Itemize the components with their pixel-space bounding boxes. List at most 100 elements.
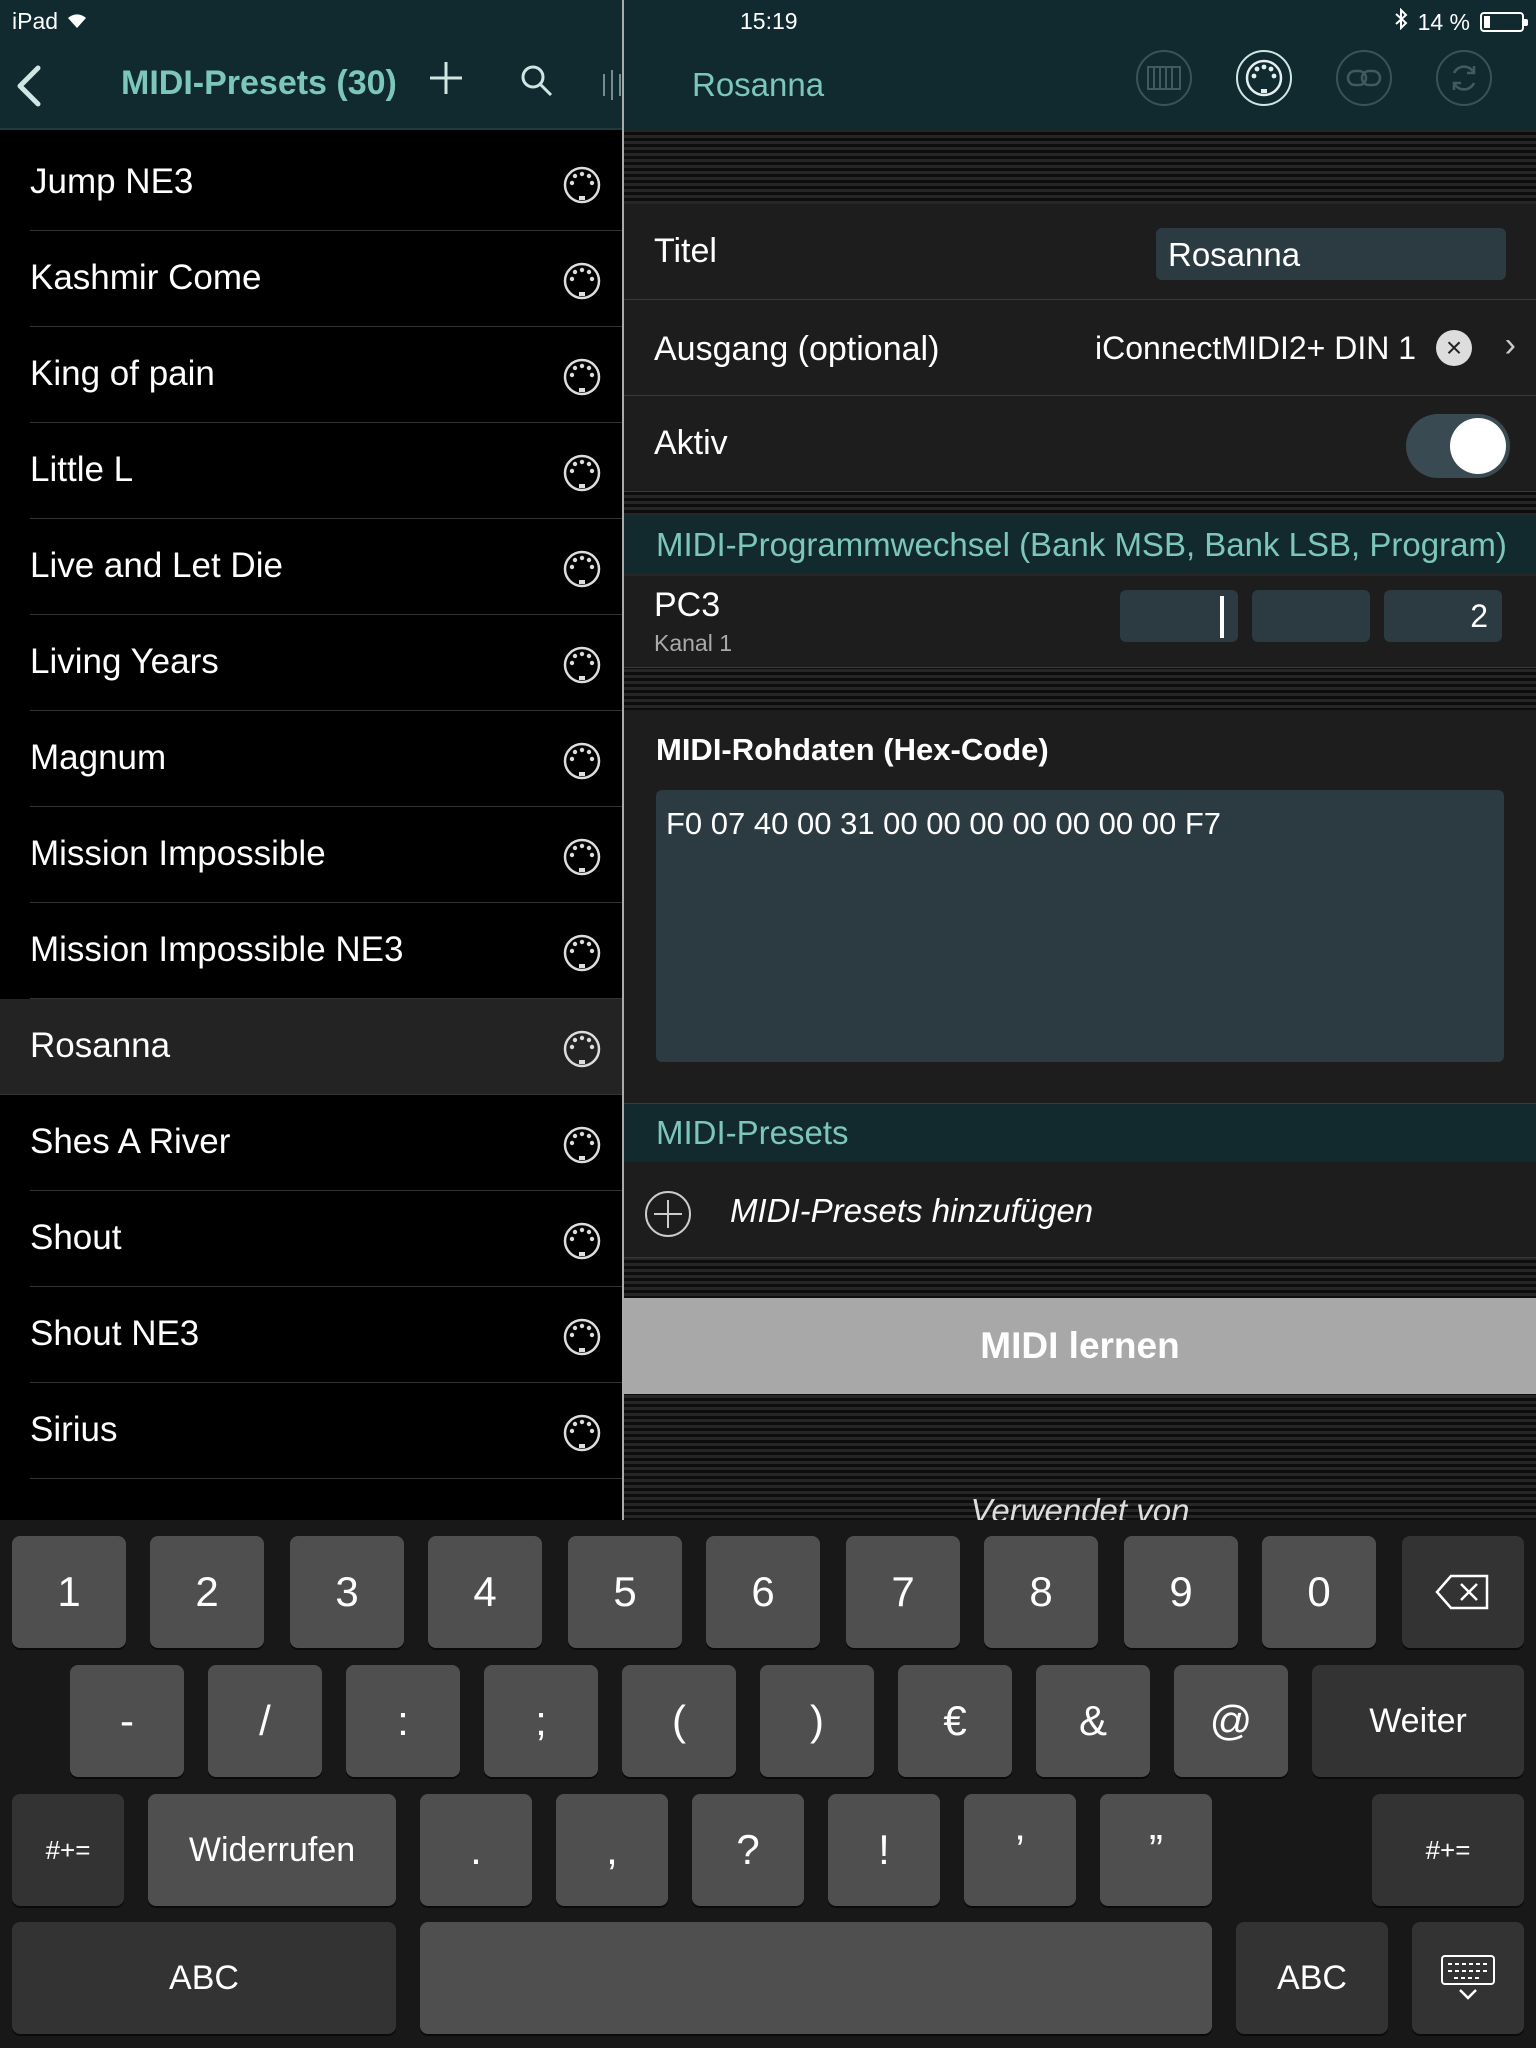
key-8[interactable]: 8 — [984, 1536, 1098, 1648]
list-item[interactable]: Shout — [30, 1191, 622, 1287]
key-1[interactable]: 1 — [12, 1536, 126, 1648]
battery-level: 14 % — [1417, 8, 1470, 35]
list-item[interactable]: Mission Impossible — [30, 807, 622, 903]
midi-din-icon — [562, 453, 602, 498]
raw-hex-input[interactable]: F0 07 40 00 31 00 00 00 00 00 00 00 F7 — [656, 790, 1504, 1062]
preset-detail-panel: Rosanna Titel Rosanna Ausgang (optional)… — [624, 0, 1536, 1520]
split-handle-icon[interactable] — [602, 68, 622, 102]
list-item[interactable]: Shout NE3 — [30, 1287, 622, 1383]
key-0[interactable]: 0 — [1262, 1536, 1376, 1648]
list-item[interactable]: Magnum — [30, 711, 622, 807]
output-row[interactable]: Ausgang (optional) iConnectMIDI2+ DIN 1 … — [624, 300, 1536, 396]
next-key[interactable]: Weiter — [1312, 1665, 1524, 1777]
midi-icon[interactable] — [1236, 50, 1292, 106]
wifi-icon — [66, 8, 88, 35]
abc-key-right[interactable]: ABC — [1236, 1922, 1388, 2034]
title-row: Titel Rosanna — [624, 204, 1536, 300]
list-item[interactable]: Jump NE3 — [30, 135, 622, 231]
key-dash[interactable]: - — [70, 1665, 184, 1777]
midi-din-icon — [562, 549, 602, 594]
key-euro[interactable]: € — [898, 1665, 1012, 1777]
bank-lsb-input[interactable] — [1252, 590, 1370, 642]
space-key[interactable] — [420, 1922, 1212, 2034]
active-toggle[interactable] — [1406, 414, 1510, 478]
keyboard-layout-icon[interactable] — [1136, 50, 1192, 106]
list-item[interactable]: Mission Impossible NE3 — [30, 903, 622, 999]
midi-din-icon — [562, 165, 602, 210]
list-item-label: Shes A River — [30, 1122, 231, 1161]
sync-icon[interactable] — [1436, 50, 1492, 106]
search-icon[interactable] — [520, 64, 554, 103]
key-5[interactable]: 5 — [568, 1536, 682, 1648]
key-at[interactable]: @ — [1174, 1665, 1288, 1777]
add-circle-icon — [644, 1190, 692, 1243]
key-slash[interactable]: / — [208, 1665, 322, 1777]
raw-data-label: MIDI-Rohdaten (Hex-Code) — [656, 732, 1049, 767]
preset-list: Jump NE3 Kashmir Come King of pain Littl… — [0, 135, 622, 1479]
add-icon[interactable] — [428, 60, 464, 101]
key-7[interactable]: 7 — [846, 1536, 960, 1648]
undo-key[interactable]: Widerrufen — [148, 1794, 396, 1906]
midi-learn-button[interactable]: MIDI lernen — [624, 1298, 1536, 1394]
clear-icon[interactable]: × — [1436, 330, 1472, 366]
program-input[interactable]: 2 — [1384, 590, 1502, 642]
midi-din-icon — [562, 837, 602, 882]
list-item[interactable]: Shes A River — [30, 1095, 622, 1191]
link-icon[interactable] — [1336, 50, 1392, 106]
list-item-label: King of pain — [30, 354, 215, 393]
key-3[interactable]: 3 — [290, 1536, 404, 1648]
midi-din-icon — [562, 741, 602, 786]
midi-din-icon — [562, 357, 602, 402]
key-4[interactable]: 4 — [428, 1536, 542, 1648]
key-colon[interactable]: : — [346, 1665, 460, 1777]
key-apostrophe[interactable]: ’ — [964, 1794, 1076, 1906]
key-semicolon[interactable]: ; — [484, 1665, 598, 1777]
list-item[interactable]: Sirius — [30, 1383, 622, 1479]
key-2[interactable]: 2 — [150, 1536, 264, 1648]
symbols-key-left[interactable]: #+= — [12, 1794, 124, 1906]
bluetooth-icon — [1394, 7, 1408, 36]
back-button[interactable] — [14, 64, 44, 113]
clock: 15:19 — [740, 8, 798, 34]
symbols-key-right[interactable]: #+= — [1372, 1794, 1524, 1906]
add-presets-row[interactable]: MIDI-Presets hinzufügen — [624, 1162, 1536, 1258]
key-paren-close[interactable]: ) — [760, 1665, 874, 1777]
list-item[interactable]: King of pain — [30, 327, 622, 423]
key-paren-open[interactable]: ( — [622, 1665, 736, 1777]
key-exclamation[interactable]: ! — [828, 1794, 940, 1906]
key-period[interactable]: . — [420, 1794, 532, 1906]
presets-section-header: MIDI-Presets — [624, 1104, 1536, 1162]
key-9[interactable]: 9 — [1124, 1536, 1238, 1648]
backspace-icon — [1435, 1574, 1489, 1610]
title-input[interactable]: Rosanna — [1156, 228, 1506, 280]
midi-din-icon — [562, 1029, 602, 1074]
keyboard-dismiss-icon — [1441, 1955, 1495, 2000]
title-label: Titel — [654, 232, 717, 270]
key-6[interactable]: 6 — [706, 1536, 820, 1648]
backspace-key[interactable] — [1402, 1536, 1524, 1648]
list-item[interactable]: Live and Let Die — [30, 519, 622, 615]
list-item-label: Living Years — [30, 642, 219, 681]
key-quote[interactable]: ” — [1100, 1794, 1212, 1906]
midi-din-icon — [562, 933, 602, 978]
key-ampersand[interactable]: & — [1036, 1665, 1150, 1777]
key-question[interactable]: ? — [692, 1794, 804, 1906]
midi-din-icon — [562, 645, 602, 690]
list-item-label: Little L — [30, 450, 134, 489]
list-item[interactable]: Little L — [30, 423, 622, 519]
list-item[interactable]: Living Years — [30, 615, 622, 711]
list-item[interactable]: Kashmir Come — [30, 231, 622, 327]
add-presets-label: MIDI-Presets hinzufügen — [730, 1192, 1094, 1229]
list-item-selected[interactable]: Rosanna — [0, 999, 622, 1095]
key-comma[interactable]: , — [556, 1794, 668, 1906]
chevron-right-icon: › — [1504, 326, 1516, 364]
device-name: iPad — [12, 8, 59, 34]
battery-icon — [1480, 12, 1528, 32]
list-item-label: Shout — [30, 1218, 122, 1257]
status-bar: iPad 15:19 14 % — [0, 0, 1536, 40]
dismiss-keyboard-key[interactable] — [1412, 1922, 1524, 2034]
list-item-label: Live and Let Die — [30, 546, 283, 585]
abc-key-left[interactable]: ABC — [12, 1922, 396, 2034]
list-item-label: Mission Impossible — [30, 834, 326, 873]
list-item-label: Jump NE3 — [30, 162, 194, 201]
